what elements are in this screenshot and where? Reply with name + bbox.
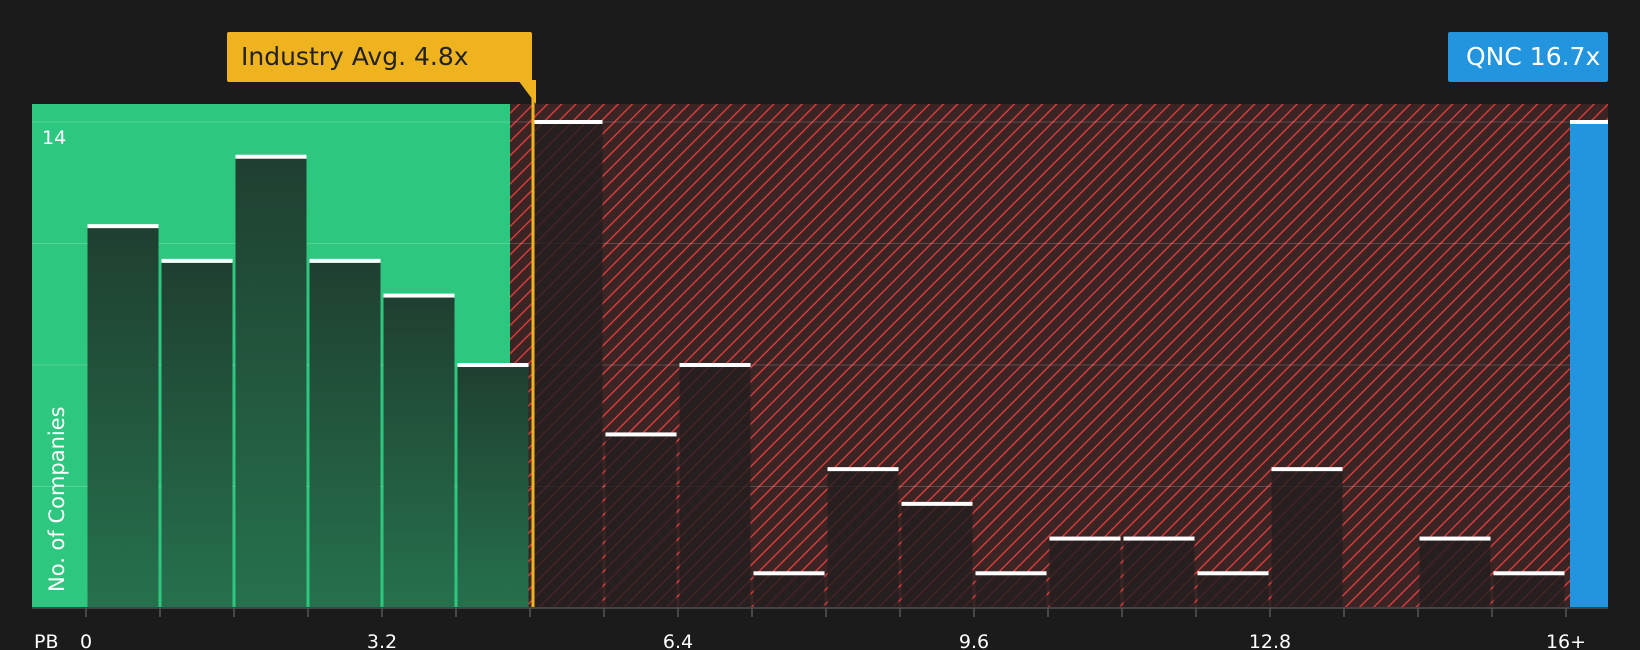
histogram-bar-cap (679, 363, 751, 367)
x-tick-label: 16+ (1546, 631, 1586, 650)
histogram-bar (1049, 538, 1121, 608)
histogram-bar (1419, 538, 1491, 608)
metric-label: PB (34, 631, 59, 650)
histogram-bar (457, 365, 529, 608)
histogram-bar-cap (827, 467, 899, 472)
y-tick-label: 14 (42, 127, 66, 149)
histogram-bar (827, 469, 899, 608)
histogram-bar-cap (87, 224, 159, 229)
histogram-bar (161, 260, 233, 608)
histogram-bar-cap (901, 501, 973, 506)
histogram-bar (383, 295, 455, 608)
histogram-bar-cap (975, 571, 1047, 576)
histogram-bar (605, 434, 677, 608)
histogram-bar (87, 226, 159, 608)
industry-average-callout: Industry Avg. 4.8x (227, 32, 532, 82)
histogram-bar (1493, 573, 1565, 608)
histogram-bar (1271, 469, 1343, 608)
x-tick-label: 9.6 (959, 631, 989, 650)
histogram-bar (901, 503, 973, 608)
histogram-bar-cap (605, 432, 677, 437)
histogram-bar-cap (457, 363, 529, 367)
histogram-bar-cap (1049, 536, 1121, 541)
x-tick-label: 6.4 (663, 631, 693, 650)
pb-distribution-chart: 0 3.2 6.4 9.6 12.8 16+ 14 No. of Companies PB… (0, 0, 1640, 650)
histogram-bar-cap (1493, 571, 1565, 576)
histogram-bar (531, 122, 603, 608)
histogram-bar-cap (531, 120, 603, 124)
histogram-bar (679, 365, 751, 608)
histogram-bar-cap (1419, 536, 1491, 541)
histogram-bar-cap (1123, 536, 1195, 541)
x-axis-ticks: 0 3.2 6.4 9.6 12.8 16+ (80, 608, 1586, 650)
x-tick-label: 0 (80, 631, 92, 650)
chart-canvas: 0 3.2 6.4 9.6 12.8 16+ 14 No. of Companies PB (32, 80, 1608, 650)
company-bar-cap (1570, 120, 1608, 124)
histogram-bar (235, 156, 307, 608)
x-tick-label: 12.8 (1249, 631, 1291, 650)
histogram-bar-cap (753, 571, 825, 576)
histogram-bar (975, 573, 1047, 608)
x-tick-label: 3.2 (367, 631, 397, 650)
company-callout: QNC 16.7x (1448, 32, 1608, 82)
y-axis-label: No. of Companies (45, 406, 69, 592)
histogram-bar (309, 260, 381, 608)
histogram-bar-cap (1271, 467, 1343, 472)
histogram-bar-cap (161, 258, 233, 263)
histogram-bar-cap (235, 154, 307, 159)
histogram-bar (1197, 573, 1269, 608)
histogram-bar-cap (309, 258, 381, 263)
histogram-bar-cap (383, 293, 455, 298)
company-bar (1570, 122, 1608, 608)
histogram-bar (753, 573, 825, 608)
histogram-bar (1123, 538, 1195, 608)
histogram-bar-cap (1197, 571, 1269, 576)
